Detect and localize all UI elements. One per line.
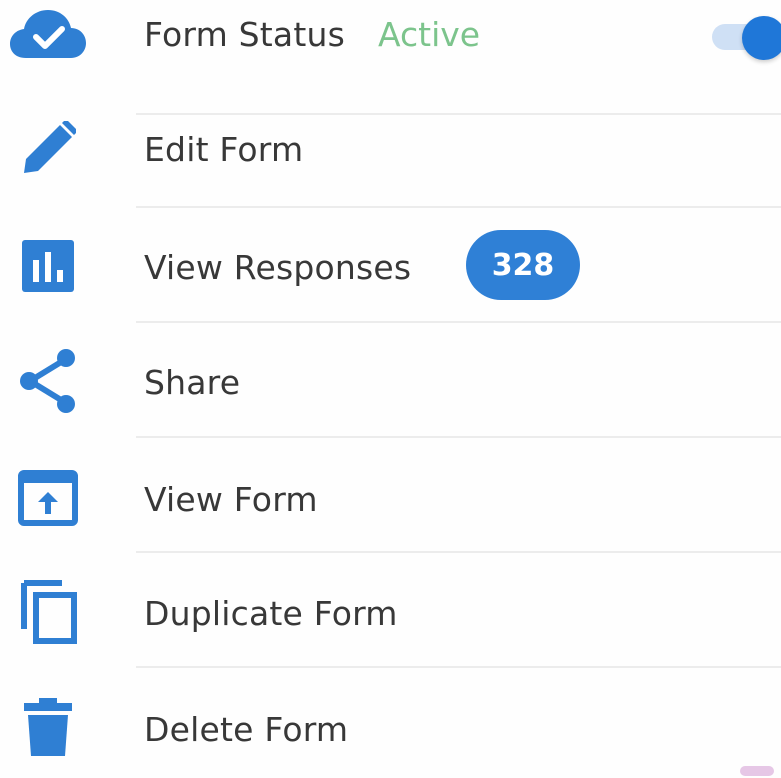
delete-form-label: Delete Form: [144, 710, 349, 749]
toggle-knob: [742, 16, 781, 60]
bar-chart-icon: [4, 230, 92, 302]
menu-item-view-form[interactable]: View Form: [0, 438, 781, 553]
edit-form-label: Edit Form: [144, 130, 304, 169]
menu-item-delete-form[interactable]: Delete Form: [0, 668, 781, 778]
corner-decoration: [740, 766, 774, 776]
trash-icon: [4, 692, 92, 764]
view-responses-label: View Responses: [144, 248, 412, 287]
open-in-window-icon: [4, 462, 92, 534]
share-icon: [4, 345, 92, 417]
form-actions-menu: Form Status Active Edit Form View Respon…: [0, 0, 781, 778]
form-status-label: Form Status: [144, 15, 345, 54]
copy-icon: [4, 575, 92, 647]
view-form-label: View Form: [144, 480, 318, 519]
menu-item-duplicate-form[interactable]: Duplicate Form: [0, 553, 781, 668]
duplicate-form-label: Duplicate Form: [144, 594, 398, 633]
form-status-toggle[interactable]: [712, 14, 781, 60]
menu-item-share[interactable]: Share: [0, 323, 781, 438]
share-label: Share: [144, 363, 241, 402]
menu-item-view-responses[interactable]: View Responses 328: [0, 208, 781, 323]
status-badge: Active: [378, 15, 481, 54]
response-count-badge: 328: [466, 230, 580, 300]
menu-item-edit-form[interactable]: Edit Form: [0, 93, 781, 208]
cloud-check-icon: [4, 0, 92, 72]
pencil-icon: [4, 113, 92, 185]
